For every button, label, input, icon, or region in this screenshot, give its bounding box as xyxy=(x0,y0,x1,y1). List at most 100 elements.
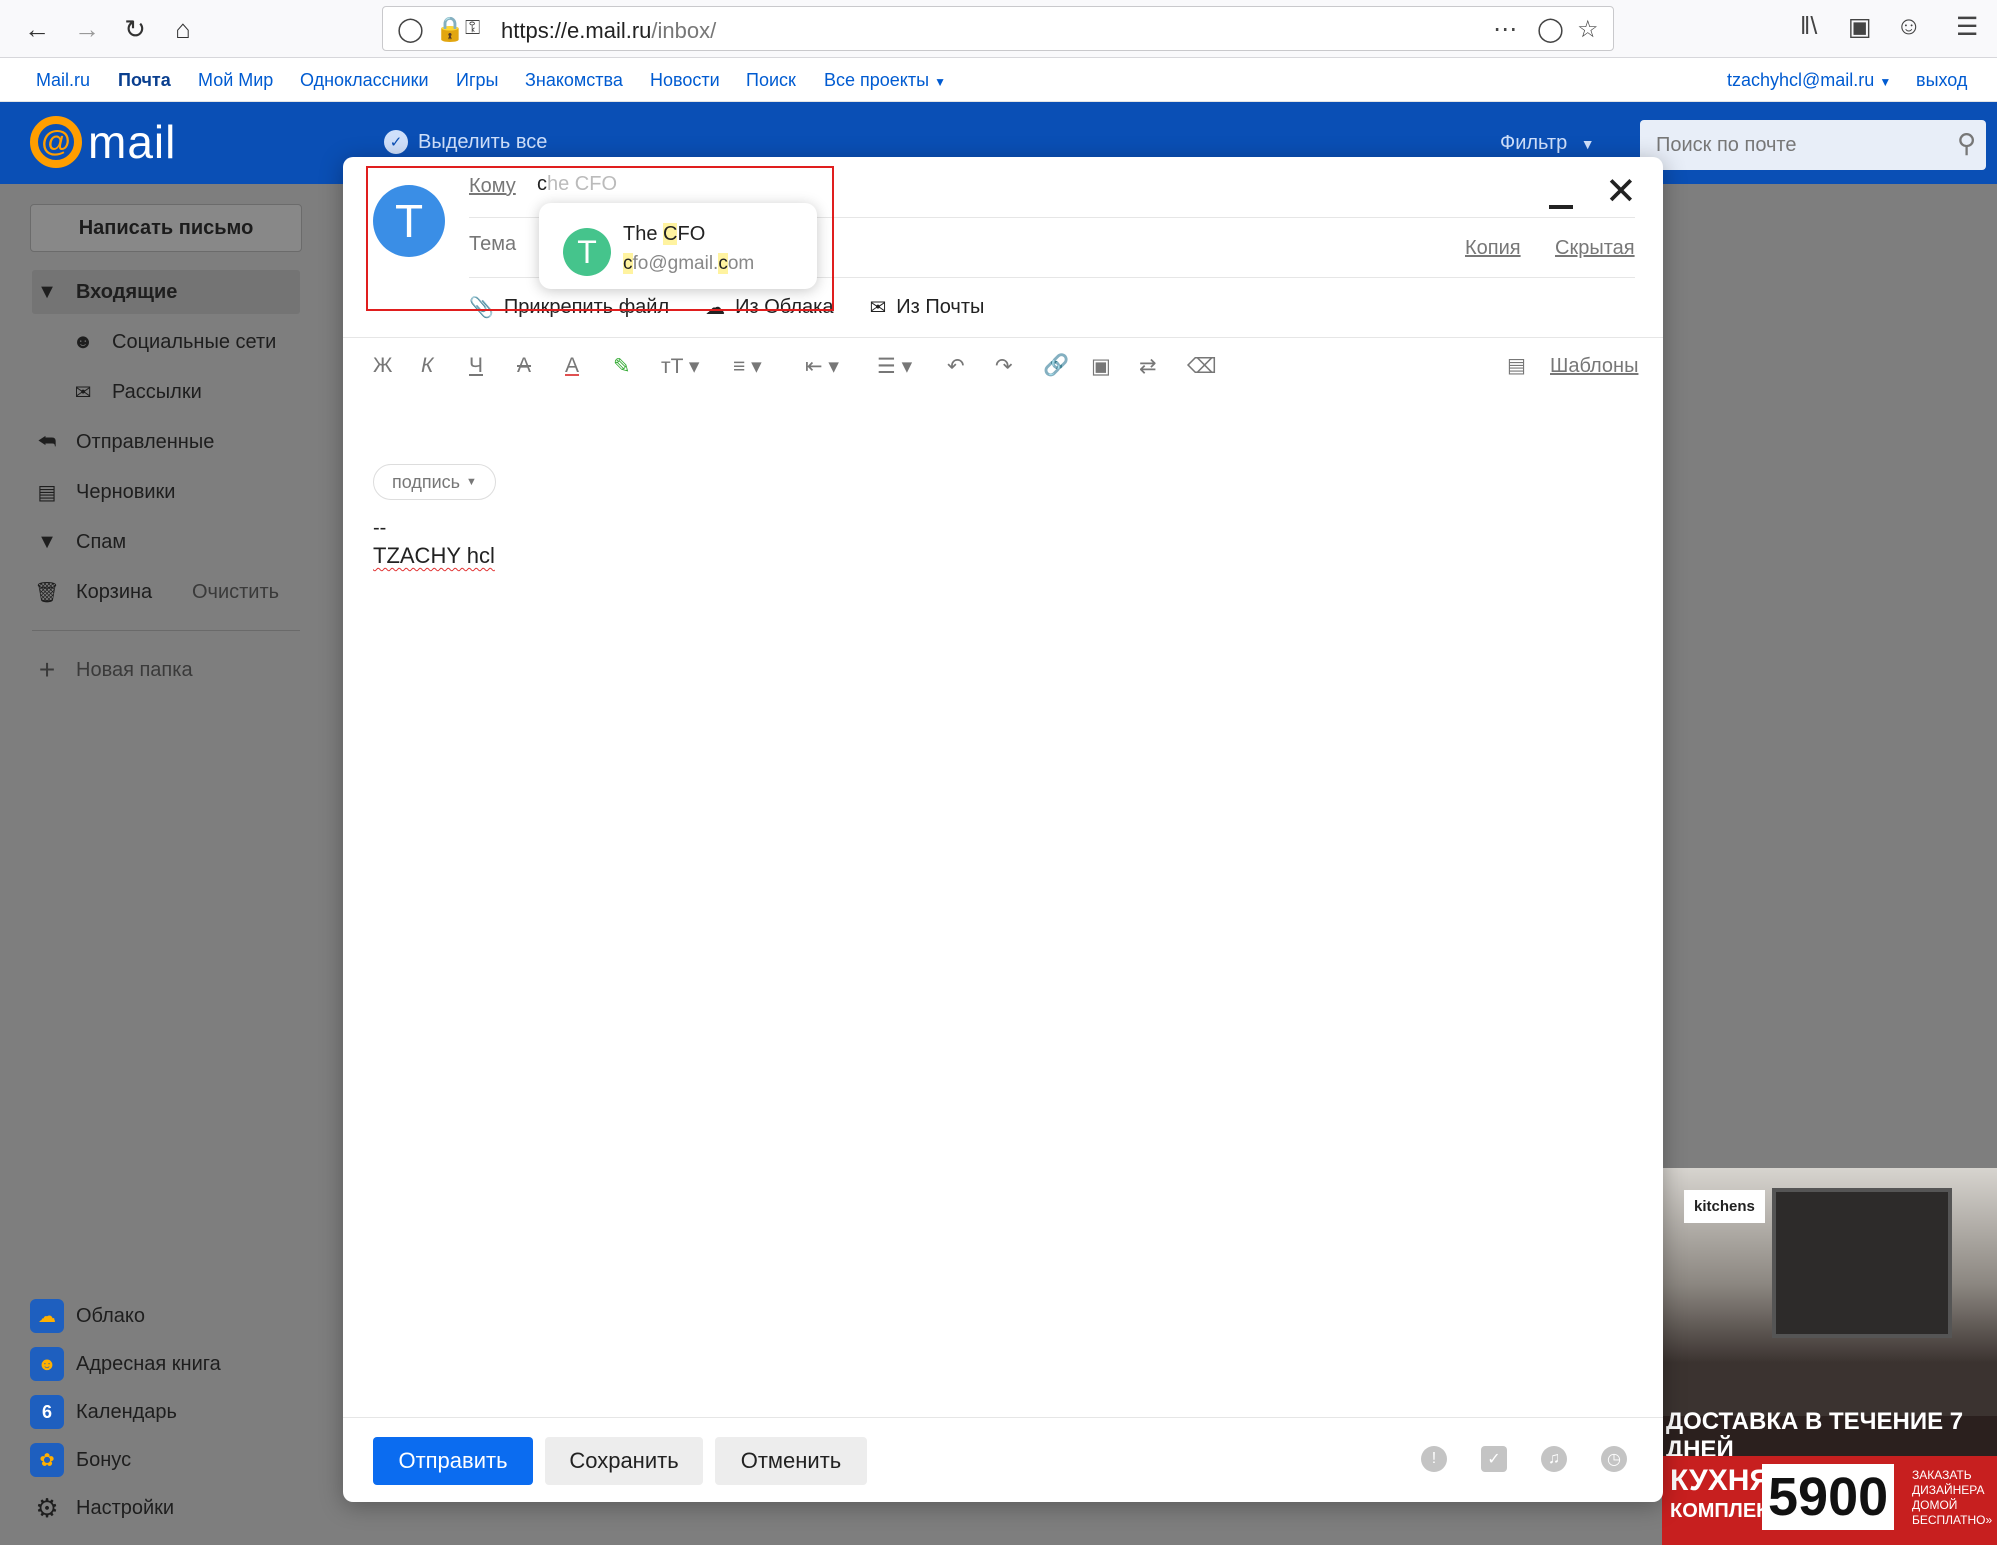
folder-drafts[interactable]: ▤ Черновики xyxy=(32,470,300,514)
clock-icon[interactable]: ◷ xyxy=(1601,1446,1627,1472)
attach-file-button[interactable]: 📎 Прикрепить файл xyxy=(469,295,669,320)
redo-icon[interactable]: ↷ xyxy=(995,354,1013,379)
bonus-icon: ✿ xyxy=(30,1443,64,1477)
account-icon[interactable]: ☺ xyxy=(1896,12,1922,41)
caret-down-icon: ▼ xyxy=(934,75,946,89)
star-icon[interactable]: ☆ xyxy=(1577,15,1599,44)
signature-dropdown[interactable]: подпись ▼ xyxy=(373,464,496,500)
cc-link[interactable]: Копия xyxy=(1465,237,1521,260)
list-icon[interactable]: ☰ ▾ xyxy=(877,354,912,379)
mail-logo[interactable]: @ mail xyxy=(30,116,176,168)
caret-down-icon: ▼ xyxy=(1879,75,1892,89)
from-mail-button[interactable]: ✉ Из Почты xyxy=(869,295,984,320)
portal-link-dating[interactable]: Знакомства xyxy=(525,70,623,91)
to-input[interactable]: che CFO xyxy=(537,173,617,196)
underline-button[interactable]: Ч xyxy=(469,354,483,378)
app-settings[interactable]: ⚙ Настройки xyxy=(30,1491,174,1525)
italic-button[interactable]: К xyxy=(421,354,433,378)
suggestion-avatar: T xyxy=(563,228,611,276)
trash-icon: 🗑 xyxy=(34,581,60,604)
kitchen-ad-banner[interactable]: kitchens ДОСТАВКА В ТЕЧЕНИЕ 7 ДНЕЙ КУХНЯ… xyxy=(1662,1168,1997,1545)
paperclip-icon: 📎 xyxy=(469,297,494,319)
app-bonus[interactable]: ✿ Бонус xyxy=(30,1443,131,1477)
font-size-icon[interactable]: тT ▾ xyxy=(661,354,699,379)
cancel-button[interactable]: Отменить xyxy=(715,1437,867,1485)
cloud-icon: ☁ xyxy=(705,297,726,319)
thumb-down-icon: ▼ xyxy=(37,530,57,553)
search-icon[interactable]: ⚲ xyxy=(1957,128,1976,159)
sidebar-icon[interactable]: ▣ xyxy=(1848,12,1872,42)
reload-icon[interactable]: ↻ xyxy=(116,10,154,48)
portal-link-pochta[interactable]: Почта xyxy=(118,70,171,91)
portal-link-search[interactable]: Поиск xyxy=(746,70,796,91)
image-icon[interactable]: ▣ xyxy=(1091,354,1111,379)
logout-link[interactable]: выход xyxy=(1916,70,1967,91)
text-color-button[interactable]: А xyxy=(565,354,579,378)
library-icon[interactable]: ‖\ xyxy=(1800,12,1817,41)
importance-icon[interactable]: ! xyxy=(1421,1446,1447,1472)
sidebar: Написать письмо ▼ Входящие ☻ Социальные се… xyxy=(0,184,325,1545)
select-all[interactable]: ✓ Выделить все xyxy=(384,130,547,154)
eraser-icon[interactable]: ⌫ xyxy=(1187,354,1217,379)
align-icon[interactable]: ≡ ▾ xyxy=(733,354,762,379)
user-email[interactable]: tzachyhcl@mail.ru ▼ xyxy=(1727,70,1891,91)
send-button[interactable]: Отправить xyxy=(373,1437,533,1485)
portal-link-mailru[interactable]: Mail.ru xyxy=(36,70,90,91)
folder-newsletters[interactable]: ✉ Рассылки xyxy=(68,370,300,414)
portal-link-news[interactable]: Новости xyxy=(650,70,720,91)
at-logo-icon: @ xyxy=(30,116,82,168)
link-icon[interactable]: 🔗 xyxy=(1043,354,1069,378)
url-bar[interactable]: ◯ 🔒 ⚿ https://e.mail.ru/inbox/ ⋯ ◯ ☆ xyxy=(382,6,1614,51)
app-cloud[interactable]: ☁ Облако xyxy=(30,1299,145,1333)
signature-name[interactable]: TZACHY hcl xyxy=(373,543,495,569)
ad-bottom: КУХНЯ КОМПЛЕКТ 5900 ЗАКАЗАТЬ ДИЗАЙНЕРА ДО… xyxy=(1662,1456,1997,1545)
folder-social[interactable]: ☻ Социальные сети xyxy=(68,320,300,364)
strikethrough-button[interactable]: А xyxy=(517,354,531,378)
close-icon[interactable]: ✕ xyxy=(1605,169,1637,214)
shield-icon[interactable]: ◯ xyxy=(397,15,424,44)
undo-icon[interactable]: ↶ xyxy=(947,354,965,379)
portal-link-all-projects[interactable]: Все проекты ▼ xyxy=(824,70,946,91)
save-button[interactable]: Сохранить xyxy=(545,1437,703,1485)
bcc-link[interactable]: Скрытая xyxy=(1555,237,1635,260)
ad-brand: kitchens xyxy=(1684,1190,1765,1223)
folder-sent[interactable]: ⮪ Отправленные xyxy=(32,420,300,464)
folder-spam[interactable]: ▼ Спам xyxy=(32,520,300,564)
highlight-icon[interactable]: ✎ xyxy=(613,354,631,379)
bell-icon[interactable]: ♫ xyxy=(1541,1446,1567,1472)
compose-button[interactable]: Написать письмо xyxy=(30,204,302,252)
key-icon[interactable]: ⚿ xyxy=(465,17,480,40)
app-contacts[interactable]: ☻ Адресная книга xyxy=(30,1347,221,1381)
app-calendar[interactable]: 6 Календарь xyxy=(30,1395,177,1429)
menu-icon[interactable]: ☰ xyxy=(1956,12,1978,42)
forward-arrow-icon[interactable]: → xyxy=(68,10,106,48)
minimize-icon[interactable] xyxy=(1549,185,1573,209)
clear-trash-link[interactable]: Очистить xyxy=(192,581,279,604)
translate-icon[interactable]: ⇄ xyxy=(1139,354,1157,379)
footer-divider xyxy=(343,1417,1663,1418)
read-receipt-icon[interactable]: ✓ xyxy=(1481,1446,1507,1472)
mail-search-input[interactable]: Поиск по почте ⚲ xyxy=(1640,120,1986,170)
pocket-icon[interactable]: ◯ xyxy=(1537,15,1564,44)
caret-down-icon: ▼ xyxy=(466,476,477,488)
portal-link-games[interactable]: Игры xyxy=(456,70,498,91)
back-arrow-icon[interactable]: ← xyxy=(18,10,56,48)
to-label[interactable]: Кому xyxy=(469,175,516,198)
folder-inbox[interactable]: ▼ Входящие xyxy=(32,270,300,314)
portal-link-mymir[interactable]: Мой Мир xyxy=(198,70,273,91)
lock-icon[interactable]: 🔒 xyxy=(435,15,465,44)
filter-dropdown[interactable]: Фильтр ▼ xyxy=(1500,132,1595,155)
signature-separator: -- xyxy=(373,517,387,539)
more-dots-icon[interactable]: ⋯ xyxy=(1493,15,1517,44)
recipient-suggestion[interactable]: T The CFO cfo@gmail.com xyxy=(539,203,817,289)
bold-button[interactable]: Ж xyxy=(373,354,392,378)
templates-link[interactable]: Шаблоны xyxy=(1550,355,1638,378)
indent-icon[interactable]: ⇤ ▾ xyxy=(805,354,839,379)
templates-icon[interactable]: ▤ xyxy=(1507,353,1526,378)
folder-trash[interactable]: 🗑 Корзина Очистить xyxy=(32,570,300,614)
from-cloud-button[interactable]: ☁ Из Облака xyxy=(705,295,833,320)
new-folder-button[interactable]: + Новая папка xyxy=(32,648,300,692)
portal-link-ok[interactable]: Одноклассники xyxy=(300,70,429,91)
url-text[interactable]: https://e.mail.ru/inbox/ xyxy=(501,18,716,44)
home-icon[interactable]: ⌂ xyxy=(164,10,202,48)
